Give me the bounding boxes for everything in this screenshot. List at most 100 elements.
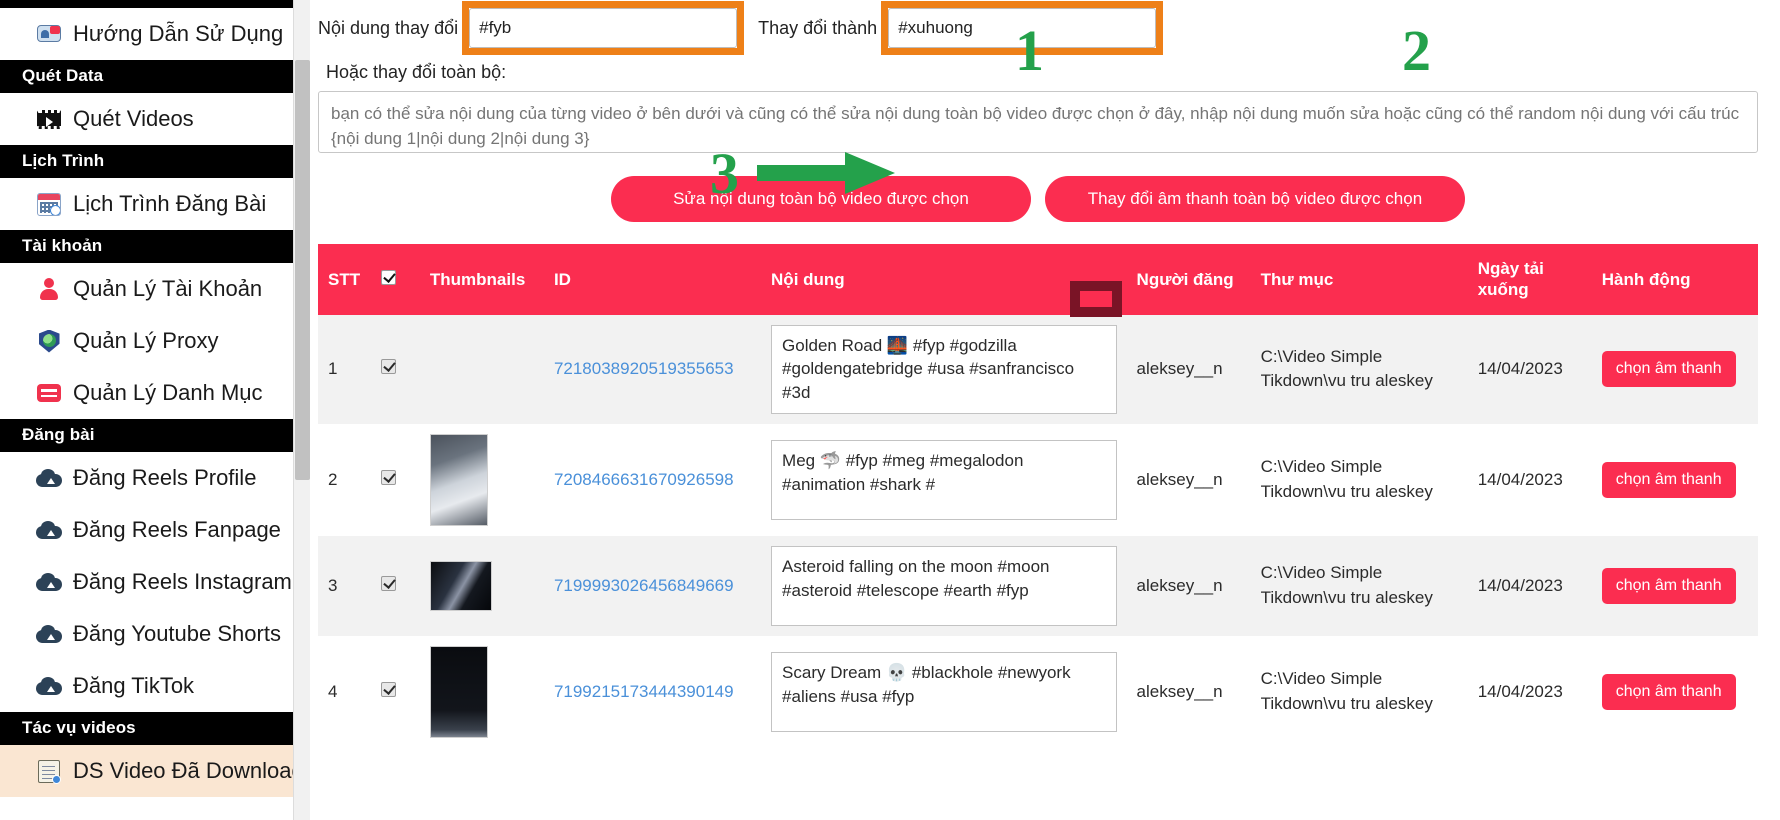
row-checkbox[interactable]: [381, 575, 397, 591]
cell-thumbnail: [419, 314, 544, 424]
main-panel: Nội dung thay đổi Thay đổi thành Hoặc th…: [310, 0, 1780, 820]
choose-audio-button[interactable]: chọn âm thanh: [1601, 461, 1736, 498]
content-edit-box[interactable]: Scary Dream 💀 #blackhole #newyork #alien…: [771, 651, 1117, 732]
cell-thumbnail: [419, 423, 544, 536]
sidebar-section-tac-vu-videos: Tác vụ videos: [0, 712, 310, 745]
cell-thumbnail: [419, 635, 544, 748]
sidebar-section-lich-trinh: Lịch Trình: [0, 145, 310, 178]
header-select-all[interactable]: [371, 244, 420, 315]
cloud-upload-icon: [36, 517, 62, 543]
cell-action: chọn âm thanh: [1591, 535, 1758, 636]
cell-content: Meg 🦈 #fyp #meg #megalodon #animation #s…: [761, 423, 1127, 536]
cell-checkbox[interactable]: [371, 535, 420, 636]
table-row: 3 7199993026456849669 Asteroid falling on …: [318, 535, 1758, 636]
sidebar: Hướng Dẫn Sử Dụng Quét Data Quét Videos Lịc…: [0, 0, 310, 820]
table-row: 1 7218038920519355653 Golden Road 🌉 #fyp #…: [318, 314, 1758, 424]
cell-id: 7199215173444390149: [543, 635, 762, 748]
sidebar-item-quan-ly-tai-khoan[interactable]: Quản Lý Tài Khoản: [0, 263, 310, 315]
cell-checkbox[interactable]: [371, 635, 420, 748]
cell-checkbox[interactable]: [371, 423, 420, 536]
row-checkbox[interactable]: [381, 681, 397, 697]
cloud-upload-icon: [36, 465, 62, 491]
video-icon: [36, 106, 62, 132]
sidebar-item-dang-youtube-shorts[interactable]: Đăng Youtube Shorts: [0, 608, 310, 660]
find-input[interactable]: [469, 8, 738, 48]
cell-user: aleksey__n: [1126, 423, 1251, 536]
shield-icon: [36, 328, 62, 354]
sidebar-item-ds-video-da-download[interactable]: DS Video Đã Download: [0, 745, 310, 797]
sidebar-item-lich-trinh-dang-bai[interactable]: Lịch Trình Đăng Bài: [0, 178, 310, 230]
bulk-action-buttons: Sửa nội dung toàn bộ video được chọn Tha…: [318, 176, 1758, 222]
content-edit-box[interactable]: Meg 🦈 #fyp #meg #megalodon #animation #s…: [771, 439, 1117, 520]
video-thumbnail: [429, 433, 488, 526]
bulk-edit-label: Hoặc thay đổi toàn bộ:: [326, 62, 507, 82]
cell-directory: C:\Video Simple Tikdown\vu tru aleskey: [1250, 314, 1468, 424]
cloud-upload-icon: [36, 569, 62, 595]
app-root: Hướng Dẫn Sử Dụng Quét Data Quét Videos Lịc…: [0, 0, 1780, 820]
cloud-upload-icon: [36, 621, 62, 647]
video-id-link[interactable]: 7208466631670926598: [554, 470, 734, 489]
replace-input[interactable]: [888, 8, 1157, 48]
find-label: Nội dung thay đổi: [318, 17, 459, 38]
video-id-link[interactable]: 7199993026456849669: [554, 576, 734, 595]
sidebar-item-quan-ly-proxy[interactable]: Quản Lý Proxy: [0, 315, 310, 367]
sidebar-items: Hướng Dẫn Sử Dụng Quét Data Quét Videos Lịc…: [0, 8, 310, 797]
sidebar-section-tai-khoan: Tài khoản: [0, 230, 310, 263]
replace-input-highlight: [881, 1, 1164, 55]
content-edit-box[interactable]: Golden Road 🌉 #fyp #godzilla #goldengate…: [771, 324, 1117, 414]
select-all-checkbox[interactable]: [381, 269, 397, 285]
cell-id: 7218038920519355653: [543, 314, 762, 424]
guide-icon: [36, 21, 62, 47]
cell-id: 7199993026456849669: [543, 535, 762, 636]
choose-audio-button[interactable]: chọn âm thanh: [1601, 351, 1736, 388]
row-checkbox[interactable]: [381, 359, 397, 375]
table-row: 2 7208466631670926598 Meg 🦈 #fyp #meg #meg…: [318, 423, 1758, 536]
cell-content: Scary Dream 💀 #blackhole #newyork #alien…: [761, 635, 1127, 748]
sidebar-item-label: Hướng Dẫn Sử Dụng: [73, 21, 284, 47]
header-content: Nội dung: [761, 244, 1127, 315]
cell-directory: C:\Video Simple Tikdown\vu tru aleskey: [1250, 535, 1468, 636]
list-icon: [36, 380, 62, 406]
user-icon: [36, 276, 62, 302]
cell-date: 14/04/2023: [1467, 314, 1592, 424]
sidebar-item-quan-ly-danh-muc[interactable]: Quản Lý Danh Mục: [0, 367, 310, 419]
find-input-highlight: [462, 1, 745, 55]
sidebar-scrollbar[interactable]: [293, 0, 310, 820]
sidebar-item-huong-dan-su-dung[interactable]: Hướng Dẫn Sử Dụng: [0, 8, 310, 60]
cell-content: Golden Road 🌉 #fyp #godzilla #goldengate…: [761, 314, 1127, 424]
sidebar-item-dang-tiktok[interactable]: Đăng TikTok: [0, 660, 310, 712]
sidebar-item-label: Quản Lý Tài Khoản: [73, 276, 263, 302]
sidebar-section-dang-bai: Đăng bài: [0, 419, 310, 452]
change-audio-all-selected-videos-button[interactable]: Thay đổi âm thanh toàn bộ video được chọ…: [1044, 176, 1465, 222]
video-id-link[interactable]: 7218038920519355653: [554, 359, 734, 378]
sidebar-scrollbar-thumb[interactable]: [295, 60, 310, 480]
sidebar-item-label: DS Video Đã Download: [73, 758, 304, 784]
bulk-content-textarea[interactable]: [318, 91, 1758, 153]
cell-stt: 3: [318, 535, 372, 636]
cell-checkbox[interactable]: [371, 314, 420, 424]
choose-audio-button[interactable]: chọn âm thanh: [1601, 567, 1736, 604]
header-stt: STT: [318, 244, 372, 315]
cell-action: chọn âm thanh: [1591, 314, 1758, 424]
header-user: Người đăng: [1126, 244, 1251, 315]
sidebar-item-dang-reels-profile[interactable]: Đăng Reels Profile: [0, 452, 310, 504]
calendar-icon: [36, 191, 62, 217]
choose-audio-button[interactable]: chọn âm thanh: [1601, 673, 1736, 710]
header-thumbnails: Thumbnails: [419, 244, 544, 315]
sidebar-item-dang-reels-fanpage[interactable]: Đăng Reels Fanpage: [0, 504, 310, 556]
video-thumbnail: [429, 645, 488, 738]
edit-all-selected-videos-button[interactable]: Sửa nội dung toàn bộ video được chọn: [610, 176, 1031, 222]
content-edit-box[interactable]: Asteroid falling on the moon #moon #aste…: [771, 545, 1117, 626]
sidebar-top-cut: [0, 0, 310, 8]
table-row: 4 7199215173444390149 Scary Dream 💀 #black…: [318, 635, 1758, 748]
row-checkbox[interactable]: [381, 469, 397, 485]
cell-directory: C:\Video Simple Tikdown\vu tru aleskey: [1250, 423, 1468, 536]
video-id-link[interactable]: 7199215173444390149: [554, 682, 734, 701]
cell-stt: 2: [318, 423, 372, 536]
cell-date: 14/04/2023: [1467, 535, 1592, 636]
cell-date: 14/04/2023: [1467, 423, 1592, 536]
sidebar-item-dang-reels-instagram[interactable]: Đăng Reels Instagram: [0, 556, 310, 608]
sidebar-item-label: Quản Lý Danh Mục: [73, 380, 263, 406]
sidebar-item-quet-videos[interactable]: Quét Videos: [0, 93, 310, 145]
table-header-row: STT Thumbnails ID Nội dung Người đăng Th…: [318, 244, 1758, 315]
